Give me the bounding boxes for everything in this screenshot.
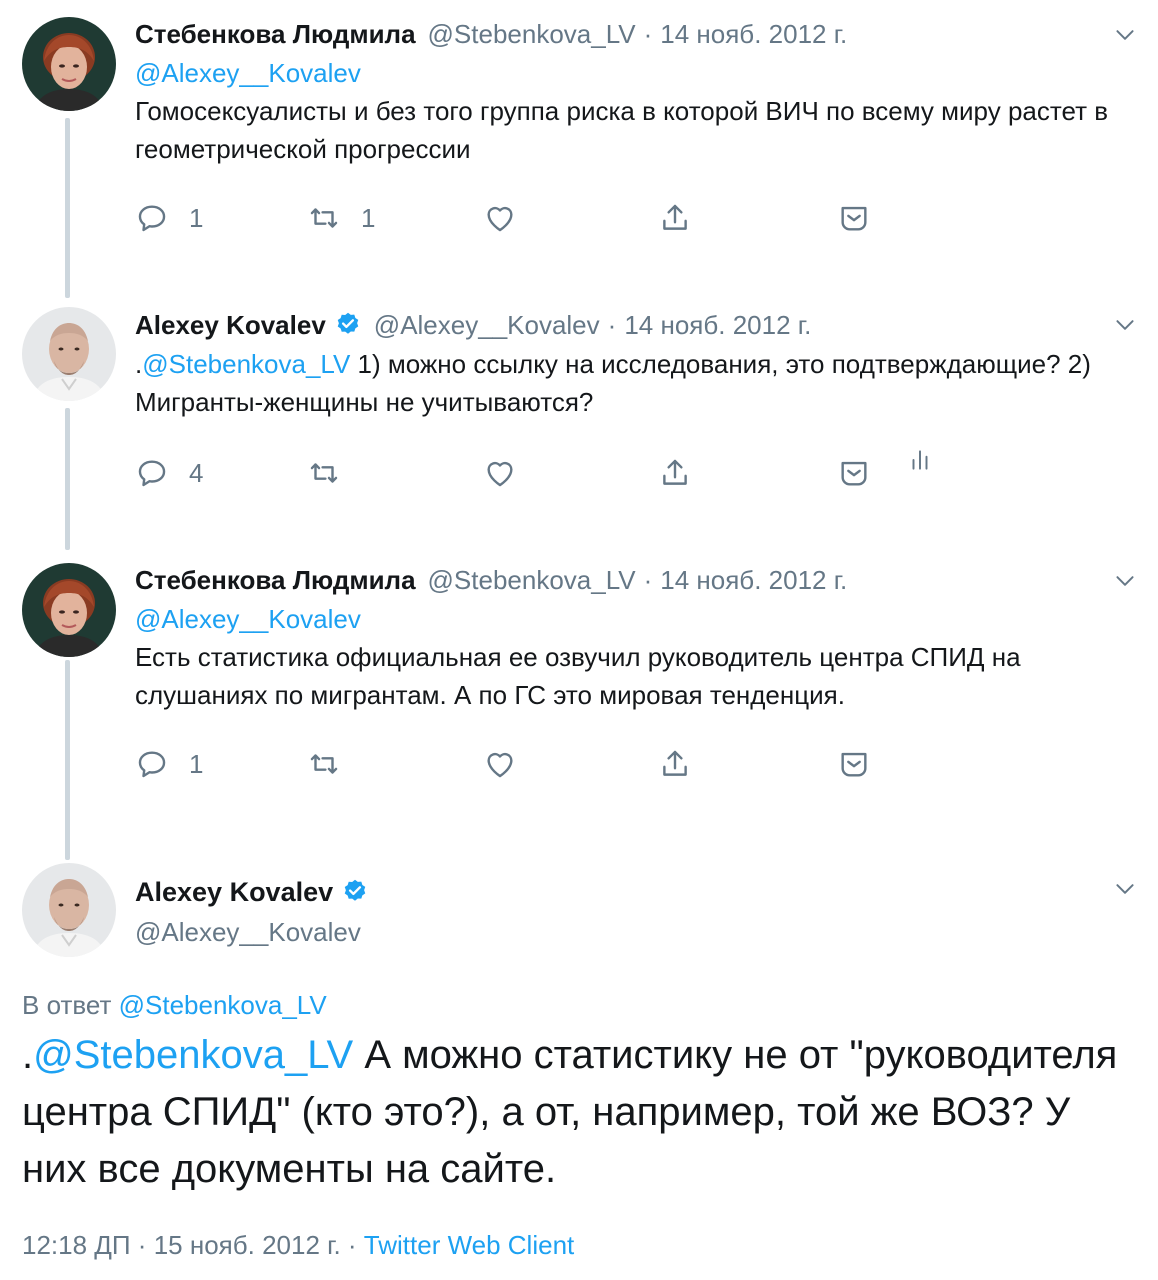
heart-icon [483, 456, 517, 490]
reply-mention[interactable]: @Stebenkova_LV [119, 990, 327, 1020]
author-handle[interactable]: @Alexey__Kovalev [374, 310, 600, 341]
chevron-down-icon[interactable] [1112, 312, 1138, 338]
author-handle[interactable]: @Stebenkova_LV [428, 565, 636, 596]
verified-badge-icon [341, 878, 369, 906]
bookmark-button[interactable] [837, 201, 871, 235]
separator: · [643, 564, 653, 595]
tweet-header: Стебенкова Людмила @Stebenkova_LV · 14 н… [135, 14, 1118, 54]
bookmark-icon [837, 201, 871, 235]
reply-count: 1 [189, 748, 204, 779]
retweet-button[interactable] [307, 456, 341, 490]
share-icon [658, 456, 692, 490]
retweet-icon [307, 456, 341, 490]
reply-count: 1 [189, 202, 204, 233]
retweet-button[interactable] [307, 747, 341, 781]
share-icon [658, 201, 692, 235]
thread-line [65, 660, 70, 860]
retweet-button[interactable]: 1 [307, 201, 375, 235]
author-name[interactable]: Alexey Kovalev [135, 310, 326, 341]
separator: · [607, 309, 617, 340]
tweet-header: Alexey Kovalev @Alexey__Kovalev · 14 ноя… [135, 305, 1118, 345]
text-prefix: . [22, 1033, 34, 1077]
share-icon [658, 747, 692, 781]
tweet-text: .@Stebenkova_LV 1) можно ссылку на иссле… [135, 345, 1118, 421]
chevron-down-icon[interactable] [1112, 876, 1138, 902]
tweet-text: Гомосексуалисты и без того группа риска … [135, 96, 1109, 164]
bookmark-icon [837, 747, 871, 781]
retweet-icon [307, 201, 341, 235]
analytics-icon [912, 450, 928, 470]
share-button[interactable] [658, 747, 692, 781]
retweet-count: 1 [361, 202, 376, 233]
reply-icon [135, 201, 169, 235]
author-handle[interactable]: @Stebenkova_LV [428, 19, 636, 50]
replying-to: В ответ @Stebenkova_LV [22, 990, 327, 1021]
tweet-timestamp[interactable]: 12:18 ДП · 15 нояб. 2012 г. · [22, 1230, 364, 1260]
chevron-down-icon[interactable] [1112, 22, 1138, 48]
heart-icon [483, 201, 517, 235]
heart-icon [483, 747, 517, 781]
mention-link[interactable]: @Stebenkova_LV [33, 1033, 353, 1077]
reply-mention[interactable]: @Alexey__Kovalev [135, 600, 1118, 638]
bookmark-button[interactable] [837, 747, 871, 781]
share-button[interactable] [658, 201, 692, 235]
tweet-date[interactable]: 14 нояб. 2012 г. [660, 565, 847, 596]
retweet-icon [307, 747, 341, 781]
reply-count: 4 [189, 457, 204, 488]
bookmark-button[interactable] [837, 456, 871, 490]
thread-line [65, 118, 70, 298]
tweet-text: Есть статистика официальная ее озвучил р… [135, 642, 1021, 710]
avatar[interactable] [22, 863, 116, 957]
verified-badge-icon [334, 311, 362, 339]
separator: · [643, 18, 653, 49]
like-button[interactable] [483, 747, 517, 781]
chevron-down-icon[interactable] [1112, 568, 1138, 594]
author-name[interactable]: Alexey Kovalev [135, 877, 333, 908]
author-name[interactable]: Стебенкова Людмила [135, 565, 416, 596]
share-button[interactable] [658, 456, 692, 490]
source-link[interactable]: Twitter Web Client [364, 1230, 574, 1260]
bookmark-icon [837, 456, 871, 490]
tweet-header: Стебенкова Людмила @Stebenkova_LV · 14 н… [135, 560, 1118, 600]
analytics-button[interactable] [907, 445, 933, 475]
avatar[interactable] [22, 563, 116, 657]
tweet-date[interactable]: 14 нояб. 2012 г. [660, 19, 847, 50]
like-button[interactable] [483, 456, 517, 490]
author-handle[interactable]: @Alexey__Kovalev [135, 912, 1118, 952]
main-tweet-text: .@Stebenkova_LV А можно статистику не от… [22, 1027, 1138, 1198]
reply-icon [135, 747, 169, 781]
reply-button[interactable]: 1 [135, 747, 203, 781]
mention-link[interactable]: @Stebenkova_LV [142, 349, 350, 379]
avatar[interactable] [22, 17, 116, 111]
reply-mention[interactable]: @Alexey__Kovalev [135, 54, 1118, 92]
thread-line [65, 408, 70, 550]
tweet-date[interactable]: 14 нояб. 2012 г. [624, 310, 811, 341]
reply-button[interactable]: 1 [135, 201, 203, 235]
avatar[interactable] [22, 307, 116, 401]
author-name[interactable]: Стебенкова Людмила [135, 19, 416, 50]
reply-button[interactable]: 4 [135, 456, 203, 490]
replying-label: В ответ [22, 990, 119, 1020]
reply-icon [135, 456, 169, 490]
tweet-footer: 12:18 ДП · 15 нояб. 2012 г. · Twitter We… [22, 1230, 574, 1261]
like-button[interactable] [483, 201, 517, 235]
author-name-row: Alexey Kovalev [135, 872, 1118, 912]
